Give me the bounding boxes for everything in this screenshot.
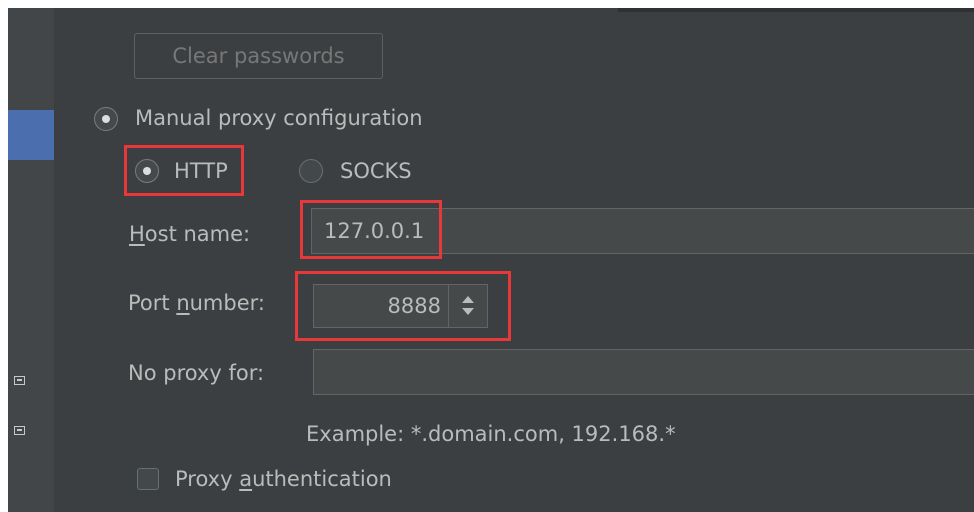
- port-highlight-box: [295, 271, 511, 341]
- host-highlight-box: [300, 200, 442, 259]
- socks-label: SOCKS: [340, 159, 412, 183]
- http-label: HTTP: [174, 159, 228, 183]
- manual-proxy-radio-icon[interactable]: [94, 107, 118, 131]
- no-proxy-label: No proxy for:: [128, 361, 265, 385]
- host-label-rest: ost name:: [144, 222, 251, 246]
- port-label-start: Port: [128, 291, 177, 315]
- socks-radio-icon[interactable]: [299, 159, 323, 183]
- clear-passwords-button[interactable]: Clear passwords: [134, 33, 383, 79]
- window-icon: [14, 426, 25, 435]
- window-icon: [14, 376, 25, 385]
- http-radio-icon[interactable]: [135, 159, 159, 183]
- auth-label-rest: uthentication: [252, 467, 392, 491]
- auth-label-start: Proxy: [175, 467, 240, 491]
- proxy-auth-label: Proxy authentication: [175, 469, 392, 490]
- auth-mnemonic: a: [239, 467, 253, 491]
- port-label-rest: umber:: [189, 291, 265, 315]
- host-name-label: Host name:: [129, 224, 250, 245]
- no-proxy-input[interactable]: [313, 349, 974, 395]
- host-mnemonic: H: [129, 222, 145, 246]
- manual-proxy-label: Manual proxy configuration: [135, 106, 423, 130]
- screenshot-root: Clear passwords Manual proxy configurati…: [0, 0, 974, 512]
- port-mnemonic: n: [176, 291, 190, 315]
- proxy-auth-checkbox[interactable]: [137, 468, 159, 490]
- proxy-settings-panel: Clear passwords Manual proxy configurati…: [8, 8, 974, 512]
- top-divider: [618, 8, 974, 12]
- port-number-label: Port number:: [128, 293, 265, 314]
- sidebar-selected-item[interactable]: [8, 110, 54, 160]
- example-hint: Example: *.domain.com, 192.168.*: [306, 422, 676, 446]
- settings-sidebar: [8, 8, 54, 512]
